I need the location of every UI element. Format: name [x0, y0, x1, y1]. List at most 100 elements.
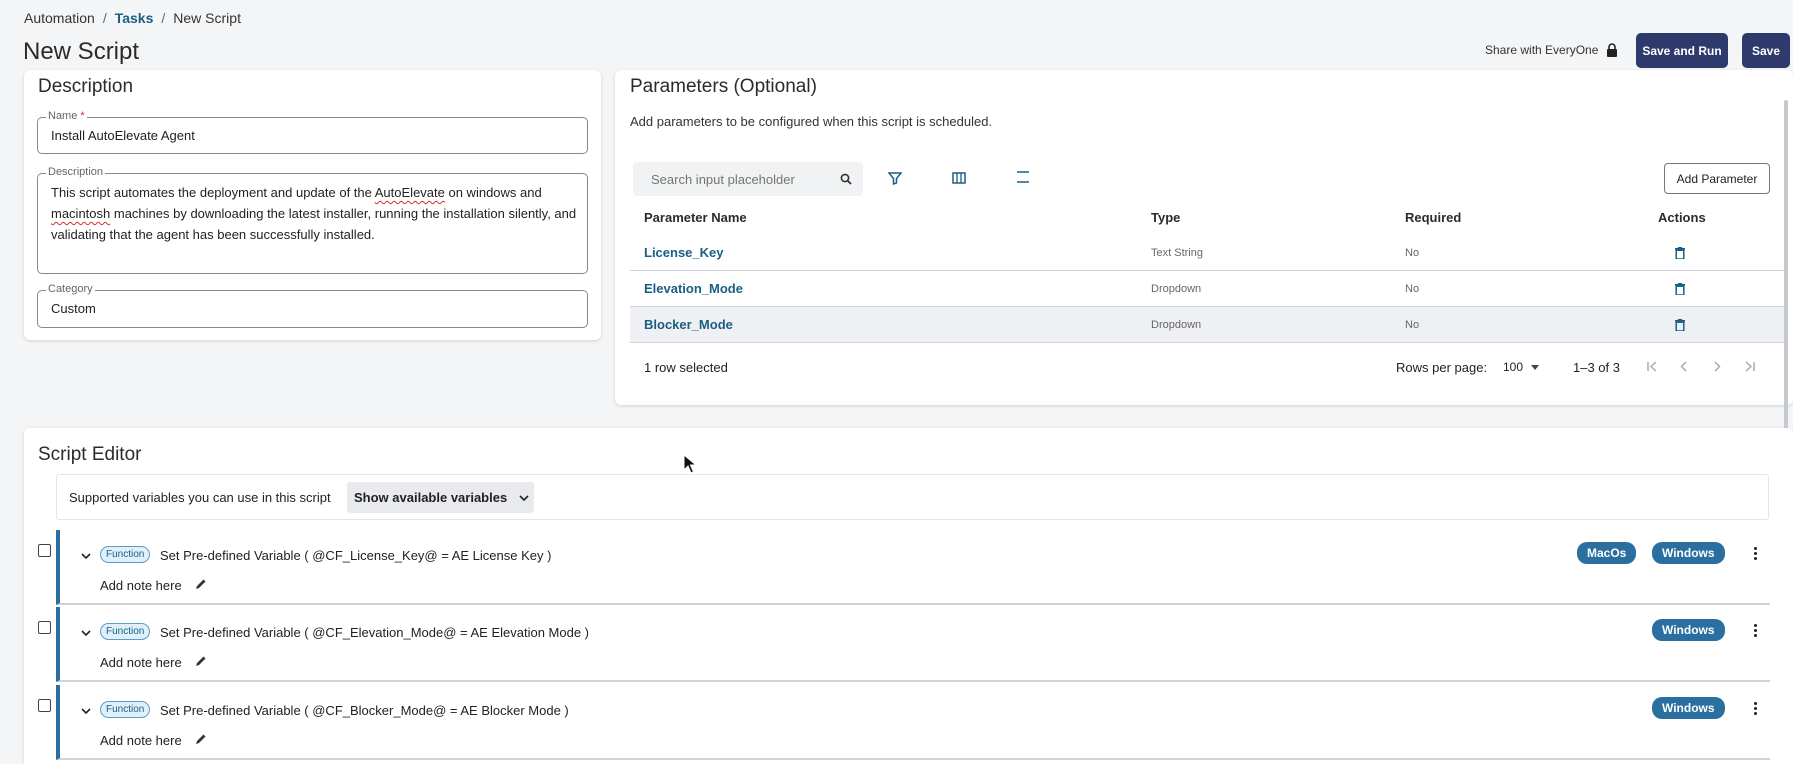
breadcrumb-automation[interactable]: Automation	[24, 10, 95, 26]
column-header-actions: Actions	[1658, 210, 1706, 225]
category-field[interactable]: Category Custom	[37, 283, 588, 328]
variables-bar: Supported variables you can use in this …	[56, 474, 1769, 520]
prev-page-icon[interactable]	[1680, 361, 1688, 372]
kebab-icon[interactable]	[1754, 702, 1757, 715]
name-field[interactable]: Name * Install AutoElevate Agent	[37, 110, 588, 154]
step-text[interactable]: Set Pre-defined Variable ( @CF_Blocker_M…	[160, 703, 569, 718]
parameter-type: Dropdown	[1151, 283, 1202, 295]
search-box	[633, 162, 863, 196]
kebab-icon[interactable]	[1754, 624, 1757, 637]
table-row[interactable]: Elevation_Mode Dropdown No	[630, 271, 1785, 307]
platform-pill: Windows	[1652, 697, 1725, 719]
rows-per-page-value: 100	[1503, 360, 1524, 374]
function-tag: Function	[100, 623, 151, 640]
page-title: New Script	[23, 38, 140, 65]
cursor-icon	[683, 454, 697, 474]
step-text[interactable]: Set Pre-defined Variable ( @CF_Elevation…	[160, 625, 589, 640]
pencil-icon[interactable]	[195, 733, 207, 745]
share-label: Share with EveryOne	[1485, 43, 1599, 57]
description-label: Description	[46, 166, 106, 178]
save-and-run-button[interactable]: Save and Run	[1636, 33, 1728, 68]
parameter-required: No	[1405, 283, 1420, 295]
chevron-down-icon[interactable]	[81, 708, 91, 714]
breadcrumb-separator: /	[161, 10, 166, 26]
chevron-down-icon[interactable]	[81, 630, 91, 636]
parameters-title: Parameters (Optional)	[630, 76, 817, 97]
chevron-down-icon	[519, 494, 529, 501]
step-text[interactable]: Set Pre-defined Variable ( @CF_License_K…	[160, 548, 551, 563]
script-step[interactable]: Function Set Pre-defined Variable ( @CF_…	[56, 530, 1770, 605]
step-checkbox[interactable]	[38, 544, 51, 557]
column-header-name[interactable]: Parameter Name	[644, 210, 747, 225]
breadcrumb-separator: /	[102, 10, 107, 26]
add-parameter-button[interactable]: Add Parameter	[1664, 163, 1770, 194]
platform-pill: Windows	[1652, 619, 1725, 641]
spellcheck-word: macintosh	[51, 206, 111, 221]
breadcrumb: Automation / Tasks / New Script	[24, 10, 241, 26]
script-editor-title: Script Editor	[38, 444, 142, 465]
first-page-icon[interactable]	[1646, 361, 1658, 372]
parameter-required: No	[1405, 319, 1420, 331]
parameter-name[interactable]: License_Key	[644, 245, 724, 260]
function-tag: Function	[100, 701, 151, 718]
table-row-selected[interactable]: Blocker_Mode Dropdown No	[630, 307, 1785, 343]
step-note[interactable]: Add note here	[100, 655, 182, 670]
script-step[interactable]: Function Set Pre-defined Variable ( @CF_…	[56, 607, 1770, 682]
description-value: This script automates the deployment and…	[51, 185, 577, 242]
parameter-name[interactable]: Blocker_Mode	[644, 317, 733, 332]
caret-down-icon	[1531, 364, 1540, 370]
parameter-name[interactable]: Elevation_Mode	[644, 281, 743, 296]
pencil-icon[interactable]	[195, 578, 207, 590]
required-asterisk: *	[80, 110, 85, 122]
density-icon[interactable]	[1016, 170, 1030, 184]
chevron-down-icon[interactable]	[81, 553, 91, 559]
rows-per-page-label: Rows per page:	[1396, 360, 1488, 375]
name-value: Install AutoElevate Agent	[51, 128, 195, 143]
column-header-type[interactable]: Type	[1151, 210, 1180, 225]
show-variables-label: Show available variables	[354, 490, 508, 505]
show-variables-button[interactable]: Show available variables	[347, 482, 534, 513]
save-button[interactable]: Save	[1742, 33, 1790, 68]
variables-label: Supported variables you can use in this …	[69, 490, 331, 505]
platform-pill: Windows	[1652, 542, 1725, 564]
kebab-icon[interactable]	[1754, 547, 1757, 560]
description-card: Description Name * Install AutoElevate A…	[24, 70, 601, 340]
parameters-card: Parameters (Optional) Add parameters to …	[615, 70, 1793, 405]
pencil-icon[interactable]	[195, 655, 207, 667]
lock-icon	[1607, 43, 1618, 57]
parameter-type: Text String	[1151, 247, 1203, 259]
column-header-required[interactable]: Required	[1405, 210, 1461, 225]
function-tag: Function	[100, 546, 151, 563]
name-label: Name *	[46, 110, 87, 122]
spellcheck-word: AutoElevate	[374, 185, 445, 200]
trash-icon[interactable]	[1675, 319, 1685, 331]
next-page-icon[interactable]	[1713, 361, 1721, 372]
pagination-range: 1–3 of 3	[1573, 360, 1620, 375]
platform-pill: MacOs	[1577, 542, 1637, 564]
category-value: Custom	[51, 301, 96, 316]
category-label: Category	[46, 283, 95, 295]
parameter-required: No	[1405, 247, 1420, 259]
trash-icon[interactable]	[1675, 247, 1685, 259]
table-row[interactable]: License_Key Text String No	[630, 234, 1785, 271]
step-checkbox[interactable]	[38, 621, 51, 634]
filter-icon[interactable]	[888, 171, 902, 185]
share-toggle[interactable]: Share with EveryOne	[1485, 43, 1618, 57]
breadcrumb-tasks[interactable]: Tasks	[115, 10, 154, 26]
selected-count: 1 row selected	[644, 360, 728, 375]
search-input[interactable]	[633, 162, 833, 196]
breadcrumb-current: New Script	[173, 10, 241, 26]
columns-icon[interactable]	[952, 172, 966, 184]
trash-icon[interactable]	[1675, 283, 1685, 295]
rows-per-page-select[interactable]: 100	[1503, 360, 1540, 374]
script-step[interactable]: Function Set Pre-defined Variable ( @CF_…	[56, 685, 1770, 760]
description-title: Description	[38, 76, 134, 97]
description-field[interactable]: Description This script automates the de…	[37, 166, 588, 274]
step-note[interactable]: Add note here	[100, 578, 182, 593]
parameters-subtitle: Add parameters to be configured when thi…	[630, 114, 993, 129]
last-page-icon[interactable]	[1744, 361, 1756, 372]
step-note[interactable]: Add note here	[100, 733, 182, 748]
search-icon[interactable]	[840, 173, 852, 185]
parameter-type: Dropdown	[1151, 319, 1202, 331]
step-checkbox[interactable]	[38, 699, 51, 712]
